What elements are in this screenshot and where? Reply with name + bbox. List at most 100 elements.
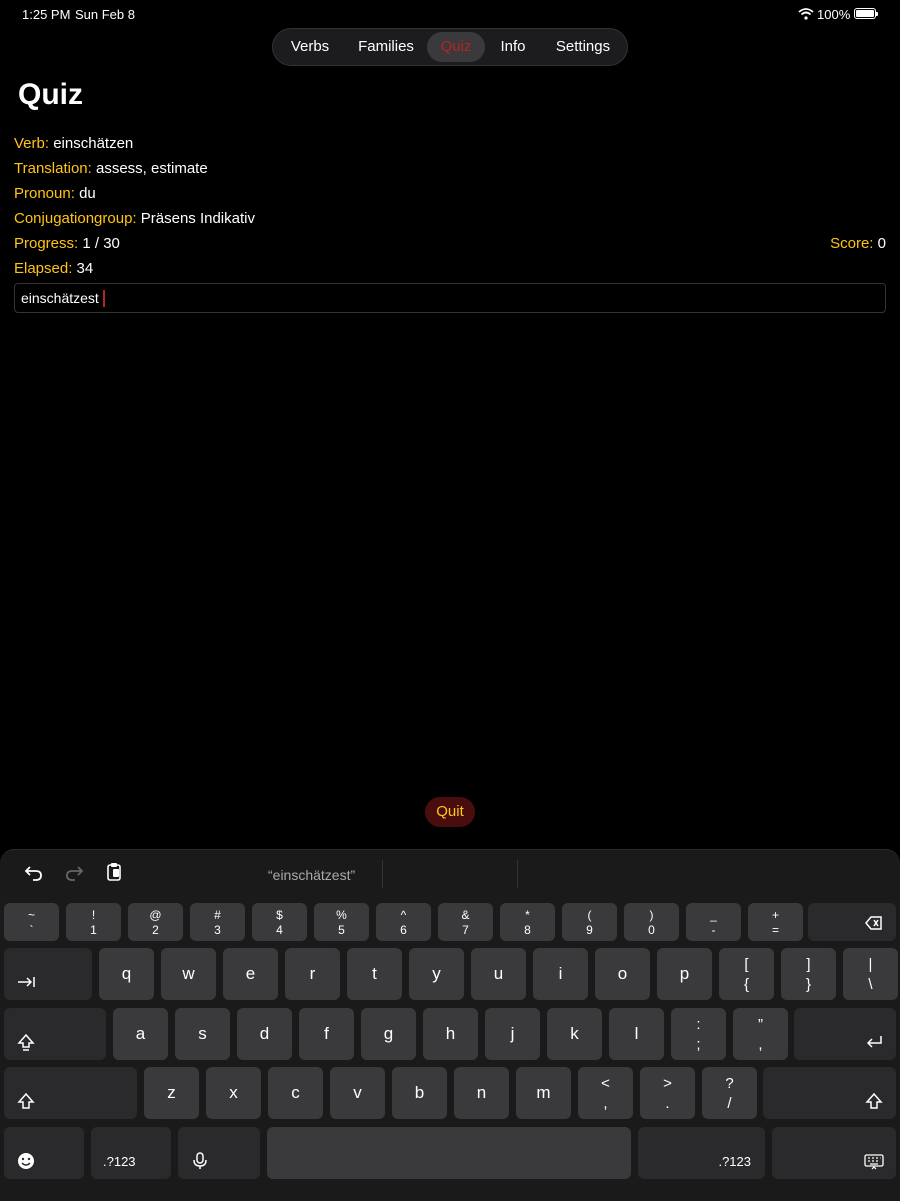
key-symbol: \ [868,976,873,993]
key->[interactable]: >. [640,1067,695,1119]
key-r[interactable]: r [285,948,340,1000]
quit-button[interactable]: Quit [425,797,475,827]
tab-info[interactable]: Info [491,29,535,65]
key-shift-symbol: & [461,908,470,922]
key-k[interactable]: k [547,1008,602,1060]
key-g[interactable]: g [361,1008,416,1060]
key-letter: d [259,1024,270,1043]
key-symbol: = [771,923,779,937]
shift-right-key[interactable] [763,1067,896,1119]
key-j[interactable]: j [485,1008,540,1060]
key-t[interactable]: t [347,948,402,1000]
tab-families[interactable]: Families [349,29,423,65]
group-label: Conjugationgroup: [14,210,137,227]
key-symbol: { [743,976,749,993]
delete-icon [865,916,882,930]
tab-quiz[interactable]: Quiz [427,32,485,62]
numbers-key-right[interactable]: .?123 [638,1127,765,1179]
key-shift-symbol: < [601,1075,610,1092]
undo-icon[interactable] [24,862,44,882]
key-letter: e [245,964,256,983]
key-d[interactable]: d [237,1008,292,1060]
key-h[interactable]: h [423,1008,478,1060]
key-letter: t [372,964,377,983]
key-6[interactable]: ^ 6 [376,903,431,941]
key-7[interactable]: & 7 [438,903,493,941]
key-l[interactable]: l [609,1008,664,1060]
key-;[interactable]: :; [671,1008,726,1060]
suggestion-divider [517,860,518,888]
key-x[interactable]: x [206,1067,261,1119]
key-9[interactable]: (9 [562,903,617,941]
key-symbol: 4 [276,923,283,937]
key-,[interactable]: ”, [733,1008,788,1060]
key-symbol: / [727,1095,732,1112]
key-s[interactable]: s [175,1008,230,1060]
key-symbol: , [603,1095,608,1112]
key-shift-symbol: ? [725,1075,734,1092]
key-c[interactable]: c [268,1067,323,1119]
delete-key[interactable] [808,903,896,941]
key-u[interactable]: u [471,948,526,1000]
key-letter: m [536,1083,551,1102]
key-f[interactable]: f [299,1008,354,1060]
key-`[interactable]: ~ ` [4,903,59,941]
key-q[interactable]: q [99,948,154,1000]
battery-icon [854,8,878,19]
dictation-key[interactable] [178,1127,260,1179]
key-m[interactable]: m [516,1067,571,1119]
space-bar[interactable] [267,1127,631,1179]
key-letter: a [135,1024,146,1043]
key-shift-symbol: @ [149,908,162,922]
key-0[interactable]: ) 0 [624,903,679,941]
score-row: Score: 0 [830,235,886,252]
autocorrect-suggestion[interactable]: “einschätzest” [268,867,355,883]
key-a[interactable]: a [113,1008,168,1060]
key-2[interactable]: @2 [128,903,183,941]
key-=[interactable]: + = [748,903,803,941]
key-e[interactable]: e [223,948,278,1000]
key-y[interactable]: y [409,948,464,1000]
caps-lock-key[interactable] [4,1008,106,1060]
key-3[interactable]: #3 [190,903,245,941]
text-caret [103,290,105,307]
key-5[interactable]: % 5 [314,903,369,941]
key-|[interactable]: | \ [843,948,898,1000]
tab-settings[interactable]: Settings [545,29,621,65]
key-o[interactable]: o [595,948,650,1000]
tab-verbs[interactable]: Verbs [279,29,341,65]
key-b[interactable]: b [392,1067,447,1119]
key-<[interactable]: <, [578,1067,633,1119]
key-p[interactable]: p [657,948,712,1000]
key-symbol: 1 [90,923,97,937]
shift-left-key[interactable] [4,1067,137,1119]
key-w[interactable]: w [161,948,216,1000]
numbers-key-label: .?123 [718,1154,751,1169]
key-v[interactable]: v [330,1067,385,1119]
key-n[interactable]: n [454,1067,509,1119]
key-i[interactable]: i [533,948,588,1000]
emoji-key[interactable] [4,1127,84,1179]
return-key[interactable] [794,1008,896,1060]
key-][interactable]: ]} [781,948,836,1000]
key-shift-symbol: ) [649,908,654,922]
tab-key[interactable] [4,948,92,1000]
key-symbol: . [665,1095,670,1112]
key-4[interactable]: $4 [252,903,307,941]
microphone-icon [193,1152,207,1169]
page-title: Quiz [18,78,83,111]
key-shift-symbol: + [771,908,779,922]
hide-keyboard-key[interactable] [772,1127,896,1179]
answer-input[interactable] [14,283,886,313]
key-?[interactable]: ? / [702,1067,757,1119]
paste-icon[interactable] [104,862,124,882]
key--[interactable]: _ - [686,903,741,941]
key-1[interactable]: ! 1 [66,903,121,941]
numbers-key-left[interactable]: .?123 [91,1127,171,1179]
key-[[interactable]: [{ [719,948,774,1000]
keyboard-hide-icon [864,1154,884,1170]
key-shift-symbol: | [868,956,873,973]
key-z[interactable]: z [144,1067,199,1119]
redo-icon[interactable] [64,862,84,882]
key-8[interactable]: * 8 [500,903,555,941]
